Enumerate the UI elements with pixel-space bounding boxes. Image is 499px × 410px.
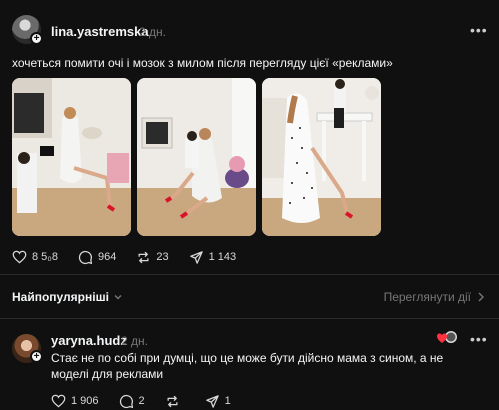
reply-repost-button[interactable] xyxy=(165,394,185,409)
post-text: хочеться помити очі і мозок з милом післ… xyxy=(12,56,393,70)
reply-author-username[interactable]: yaryna.hudz xyxy=(51,333,127,348)
divider xyxy=(0,318,499,319)
reply-like-button[interactable]: 1 906 xyxy=(51,394,99,408)
reply-share-count: 1 xyxy=(224,395,231,407)
comment-count: 964 xyxy=(97,251,117,263)
reply-like-count: 1 906 xyxy=(71,395,99,407)
reply-actions: 1 906 2 1 xyxy=(51,393,251,409)
follow-plus-icon[interactable]: + xyxy=(30,32,43,45)
reply-more-icon[interactable]: ••• xyxy=(470,331,488,347)
chevron-right-icon xyxy=(478,292,484,302)
reply-comment-button[interactable]: 2 xyxy=(119,394,145,409)
post-photo-1[interactable] xyxy=(12,78,131,236)
reply-text: Стає не по собі при думці, що це може бу… xyxy=(51,351,444,381)
comment-icon xyxy=(119,394,133,408)
repost-button[interactable]: 23 xyxy=(136,250,169,265)
share-icon xyxy=(205,394,219,408)
heart-icon xyxy=(12,250,27,264)
share-count: 1 143 xyxy=(208,251,237,263)
post-photo-2[interactable] xyxy=(137,78,256,236)
repost-count: 23 xyxy=(156,251,169,263)
repost-icon xyxy=(167,395,178,407)
sort-dropdown[interactable]: Найпопулярніші xyxy=(12,290,123,304)
post: + lina.yastremska 2 дн. ••• хочеться пом… xyxy=(0,0,499,274)
post-time[interactable]: 2 дн. xyxy=(139,25,166,39)
follow-plus-icon[interactable]: + xyxy=(30,350,43,363)
like-count: 8 5₀8 xyxy=(32,251,58,263)
comment-icon xyxy=(78,250,93,264)
comment-button[interactable]: 964 xyxy=(78,250,116,265)
reply-share-button[interactable]: 1 xyxy=(205,394,231,409)
like-button[interactable]: 8 5₀8 xyxy=(12,250,58,264)
reply-comment-count: 2 xyxy=(138,395,145,407)
post-actions: 8 5₀8 964 23 1 143 xyxy=(12,249,256,265)
more-icon[interactable]: ••• xyxy=(470,22,488,38)
reply-time[interactable]: 2 дн. xyxy=(121,334,148,348)
view-activity-label: Переглянути дії xyxy=(383,290,471,304)
author-liked-heart-icon xyxy=(437,331,457,343)
post-photo-3[interactable] xyxy=(262,78,381,236)
repost-icon xyxy=(138,251,149,263)
sort-label: Найпопулярніші xyxy=(12,290,109,304)
share-button[interactable]: 1 143 xyxy=(189,250,237,265)
share-icon xyxy=(189,250,203,264)
chevron-down-icon xyxy=(114,295,122,300)
view-activity-link[interactable]: Переглянути дії xyxy=(384,290,485,304)
author-username[interactable]: lina.yastremska xyxy=(51,24,149,39)
divider xyxy=(0,274,499,275)
heart-icon xyxy=(51,394,66,408)
